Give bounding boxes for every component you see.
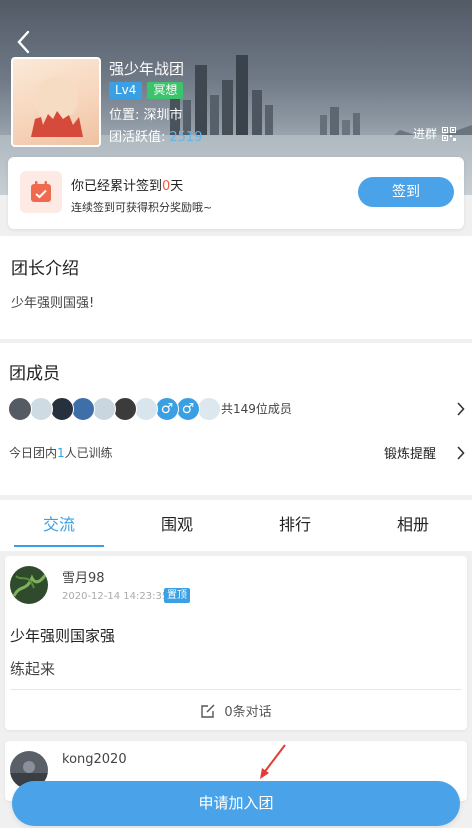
post-username[interactable]: kong2020	[62, 752, 127, 767]
qr-code-icon	[442, 126, 456, 141]
comments-count: 0条对话	[224, 705, 272, 720]
team-name: 强少年战团	[109, 60, 185, 78]
post-text-line: 练起来	[10, 660, 56, 678]
member-avatar[interactable]	[71, 397, 95, 421]
member-avatar[interactable]	[113, 397, 137, 421]
tab-watch[interactable]: 围观	[118, 500, 236, 551]
edit-icon	[201, 704, 215, 718]
chevron-right-icon[interactable]	[456, 402, 465, 416]
members-heading: 团成员	[9, 364, 60, 384]
member-avatar[interactable]: ♂	[155, 397, 179, 421]
post-username[interactable]: 雪月98	[62, 567, 105, 586]
activity-value: 2519	[169, 130, 203, 145]
intro-heading: 团长介绍	[11, 259, 79, 279]
intro-text: 少年强则国强!	[11, 296, 95, 311]
level-badge: Lv4	[109, 82, 143, 99]
today-training-count: 1	[57, 446, 65, 460]
member-avatar[interactable]	[197, 397, 221, 421]
tab-album[interactable]: 相册	[354, 500, 472, 551]
team-cover-image	[11, 57, 101, 147]
team-activity: 团活跃值: 2519	[109, 126, 202, 145]
member-avatar[interactable]	[134, 397, 158, 421]
exercise-reminder-link[interactable]: 锻炼提醒	[384, 443, 436, 462]
annotation-arrow-icon	[260, 744, 286, 779]
apply-join-team-button[interactable]: 申请加入团	[12, 781, 460, 826]
tab-chat[interactable]: 交流	[0, 500, 118, 551]
category-badge: 冥想	[147, 82, 184, 99]
signin-title: 你已经累计签到0天	[71, 179, 184, 194]
member-avatar[interactable]	[50, 397, 74, 421]
post-card[interactable]: 雪月98 2020-12-14 14:23:35 置顶 少年强则国家强 练起来 …	[5, 556, 467, 730]
content-tabs: 交流 围观 排行 相册	[0, 500, 472, 551]
team-location: 位置: 深圳市	[109, 108, 183, 123]
post-text-line: 少年强则国家强	[10, 627, 116, 645]
leader-intro-section: 团长介绍 少年强则国强!	[0, 236, 472, 339]
member-count[interactable]: 共149位成员	[221, 400, 292, 417]
signin-subtitle: 连续签到可获得积分奖励哦~	[71, 201, 213, 214]
post-timestamp: 2020-12-14 14:23:35	[62, 591, 169, 602]
member-avatar[interactable]	[92, 397, 116, 421]
signin-button[interactable]: 签到	[358, 177, 454, 207]
members-section: 团成员 ♂ ♂ 共149位成员 今日团内1人已训练 锻炼提醒	[0, 343, 472, 495]
calendar-icon	[20, 171, 62, 213]
tab-ranking[interactable]: 排行	[236, 500, 354, 551]
chevron-right-icon[interactable]	[456, 446, 465, 460]
team-badges: Lv4 冥想	[109, 82, 184, 99]
member-avatar[interactable]	[8, 397, 32, 421]
comments-button[interactable]: 0条对话	[5, 701, 467, 720]
signin-card: 你已经累计签到0天 连续签到可获得积分奖励哦~ 签到	[8, 157, 464, 229]
member-avatar[interactable]: ♂	[176, 397, 200, 421]
today-training-text: 今日团内1人已训练	[9, 446, 113, 460]
join-group-label: 进群	[412, 127, 437, 141]
back-arrow-icon[interactable]	[12, 28, 36, 56]
join-group-button[interactable]: 进群	[413, 125, 456, 142]
pinned-badge: 置顶	[164, 588, 190, 603]
avatar[interactable]	[10, 566, 48, 604]
member-avatar[interactable]	[29, 397, 53, 421]
divider	[10, 689, 462, 690]
activity-label: 团活跃值:	[109, 130, 166, 145]
